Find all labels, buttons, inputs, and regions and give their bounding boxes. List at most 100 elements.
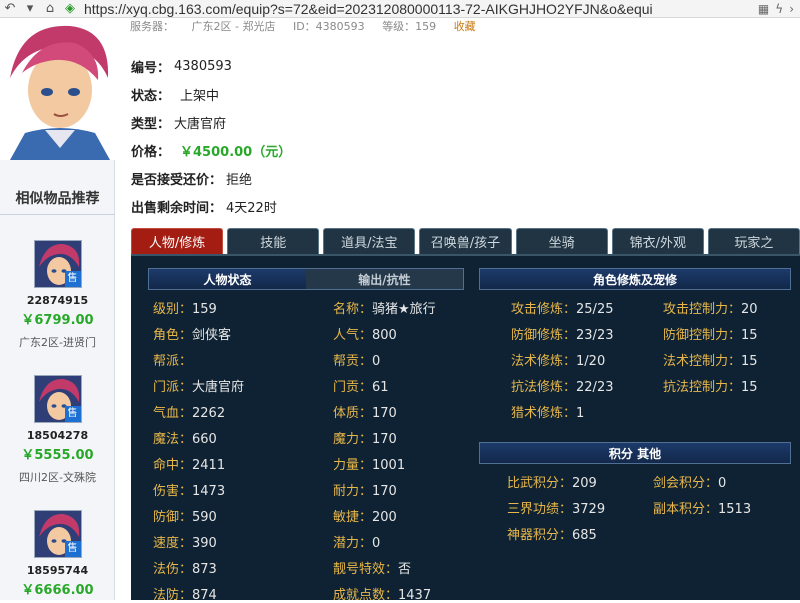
stat-label: 防御控制力： [663,328,742,343]
rec-id: 18595744 [26,564,89,577]
stat-value: 200 [372,510,397,525]
tab-pets[interactable]: 召唤兽/孩子 [419,228,512,254]
status-label: 状态： [131,88,171,104]
points-stat: 三界功绩：3729 [507,498,605,517]
stat-value: 20 [741,302,758,317]
status-stat: 魔法：660 [153,428,217,447]
control-stat: 攻击控制力：20 [663,298,758,317]
stat-value: 1 [576,406,585,421]
points-head: 积分 其他 [608,446,662,461]
price-row: 价格： ￥4500.00（元） [131,136,731,164]
bargain-value: 拒绝 [226,172,253,188]
stat-label: 命中： [153,458,193,473]
strip-item[interactable]: 收藏 [454,20,476,33]
stat-value: 1473 [192,484,226,499]
stat-label: 级别： [153,302,193,317]
stat-value: 15 [741,328,758,343]
sale-badge: 售 [64,271,81,287]
lightning-icon[interactable]: ϟ [775,2,783,16]
rec-price: ￥6799.00 [21,313,94,328]
rec-thumbnail[interactable]: 售 [33,240,82,288]
cultivation-stat: 防御修炼：23/23 [511,324,613,343]
control-stat: 法术控制力：15 [663,350,758,369]
tab-skills[interactable]: 技能 [227,228,320,254]
rec-id: 22874915 [26,294,89,307]
stat-label: 比武积分： [507,476,573,491]
tab-outfits[interactable]: 锦衣/外观 [611,228,704,254]
attribute-stat: 名称：骑猪★旅行 [333,298,436,317]
points-stat: 副本积分：1513 [653,498,751,517]
stat-label: 神器积分： [507,528,573,543]
stat-label: 伤害： [153,484,193,499]
points-stat: 神器积分：685 [507,524,597,543]
time-value: 4天22时 [226,200,277,216]
id-label: 编号： [131,60,171,76]
output-resist-head[interactable]: 输出/抗性 [306,269,463,289]
more-chevron-icon[interactable]: › [789,2,794,16]
stat-value: 874 [192,588,217,603]
qr-icon[interactable]: ▦ [758,2,769,16]
status-row: 状态： 上架中 [131,80,731,108]
type-label: 类型： [131,116,171,132]
home-icon[interactable]: ⌂ [40,0,60,18]
status-stat: 防御：590 [153,506,217,525]
status-stat: 门派：大唐官府 [153,376,244,395]
stat-value: 骑猪★旅行 [372,302,436,317]
attribute-stat: 力量：1001 [333,454,405,473]
stat-label: 抗法控制力： [663,380,742,395]
section-head-points: 积分 其他 [479,442,791,464]
stat-value: 1513 [718,502,752,517]
price-value: ￥4500.00（元） [180,144,292,160]
stat-label: 力量： [333,458,373,473]
url-field[interactable]: https://xyq.cbg.163.com/equip?s=72&eid=2… [80,1,758,17]
tab-mounts[interactable]: 坐骑 [515,228,608,254]
rec-price: ￥5555.00 [21,448,94,463]
points-stat: 比武积分：209 [507,472,597,491]
stat-value: 25/25 [576,302,614,317]
rec-thumbnail[interactable]: 售 [33,375,82,423]
stat-label: 潜力： [333,536,373,551]
stat-value: 0 [372,536,381,551]
rec-server: 四川2区-文殊院 [19,471,96,484]
status-value: 上架中 [180,88,220,104]
tab-player[interactable]: 玩家之 [707,228,800,254]
attribute-stat: 敏捷：200 [333,506,397,525]
cultivation-stat: 攻击修炼：25/25 [511,298,613,317]
attribute-stat: 耐力：170 [333,480,397,499]
time-row: 出售剩余时间： 4天22时 [131,192,731,220]
dropdown-icon[interactable]: ▾ [20,0,40,18]
tab-items[interactable]: 道具/法宝 [323,228,416,254]
stat-value: 1001 [372,458,406,473]
attribute-stat: 体质：170 [333,402,397,421]
rec-item[interactable]: 售 18595744 ￥6666.00 [0,510,115,598]
rec-thumbnail[interactable]: 售 [33,510,82,558]
tab-character[interactable]: 人物/修炼 [131,228,224,254]
status-stat: 级别：159 [153,298,217,317]
stat-label: 剑会积分： [653,476,719,491]
strip-item: 广东2区 - 郑光店 [191,20,276,33]
stat-value: 15 [741,380,758,395]
bargain-row: 是否接受还价： 拒绝 [131,164,731,192]
stat-value: 170 [372,406,397,421]
stat-value: 0 [372,354,381,369]
stat-value: 2262 [192,406,226,421]
attribute-stat: 魔力：170 [333,428,397,447]
stat-value: 剑侠客 [192,328,232,343]
type-value: 大唐官府 [174,116,227,132]
stat-label: 气血： [153,406,193,421]
strip-item: 等级：159 [382,20,437,33]
sale-badge: 售 [64,541,81,557]
stat-label: 法防： [153,588,193,603]
attribute-stat: 人气：800 [333,324,397,343]
status-stat: 命中：2411 [153,454,225,473]
strip-item: 服务器： [130,20,174,33]
stat-label: 法伤： [153,562,193,577]
stat-value: 0 [718,476,727,491]
site-header-strip: 服务器： 广东2区 - 郑光店 ID：4380593 等级：159 收藏 [130,18,800,34]
sidebar: 相似物品推荐 售 22874915 ￥6799.00 广东2区-进贤门 售 18… [0,18,115,600]
rec-item[interactable]: 售 22874915 ￥6799.00 广东2区-进贤门 [0,240,115,350]
strip-item: ID：4380593 [292,20,365,33]
stat-value: 1437 [398,588,432,603]
rec-item[interactable]: 售 18504278 ￥5555.00 四川2区-文殊院 [0,375,115,485]
undo-icon[interactable]: ↶ [0,0,20,18]
